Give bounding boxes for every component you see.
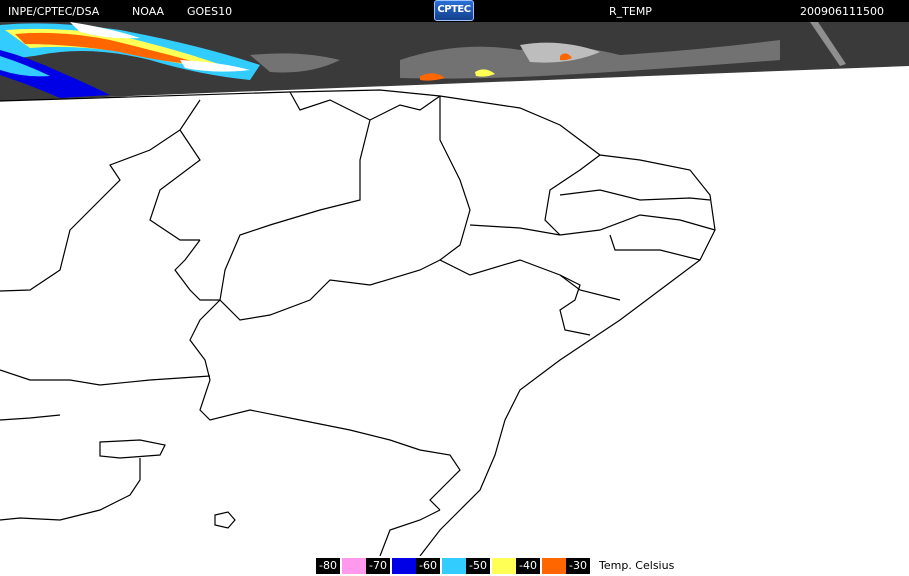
boundary-12 [189,299,461,511]
legend-label: -40 [516,558,540,574]
logo-text: CPTEC [437,4,471,15]
cptec-logo: CPTEC [434,0,474,21]
timestamp-label: 200906111500 [800,5,884,18]
org-label: INPE/CPTEC/DSA [8,5,100,18]
boundary-9 [609,234,701,261]
boundary-16 [379,509,441,556]
boundary-4 [219,119,441,321]
state-boundaries [0,89,716,556]
legend-swatch [542,558,568,574]
legend-swatch [442,558,468,574]
legend-title: Temp. Celsius [599,559,675,572]
legend-swatch [392,558,418,574]
legend-label: -30 [566,558,590,574]
satellite-imagery [0,22,909,101]
boundary-6 [469,214,716,236]
legend-swatch [342,558,368,574]
boundary-2 [0,99,201,292]
island [214,511,236,529]
boundary-13 [0,369,211,386]
legend-label: -50 [466,558,490,574]
boundary-8 [544,154,601,236]
boundary-17 [0,414,61,421]
boundary-14 [99,439,166,459]
agency-label: NOAA [132,5,165,18]
legend-label: -60 [416,558,440,574]
coastline [0,89,716,556]
satellite-label: GOES10 [187,5,233,18]
legend-swatch [492,558,518,574]
boundary-11 [174,239,220,301]
boundary-15 [0,458,141,521]
temperature-legend: -80 -70 -60 -50 -40 -30 Temp. Celsius [0,556,909,576]
satellite-map [0,22,909,556]
product-label: R_TEMP [609,5,652,18]
boundary-7 [559,189,711,201]
legend-label: -80 [316,558,340,574]
boundary-10 [559,274,591,336]
legend-label: -70 [366,558,390,574]
header-bar: INPE/CPTEC/DSA NOAA GOES10 CPTEC R_TEMP … [0,0,909,22]
boundary-5 [438,96,621,301]
boundary-1 [289,91,441,121]
boundary-3 [149,129,201,241]
